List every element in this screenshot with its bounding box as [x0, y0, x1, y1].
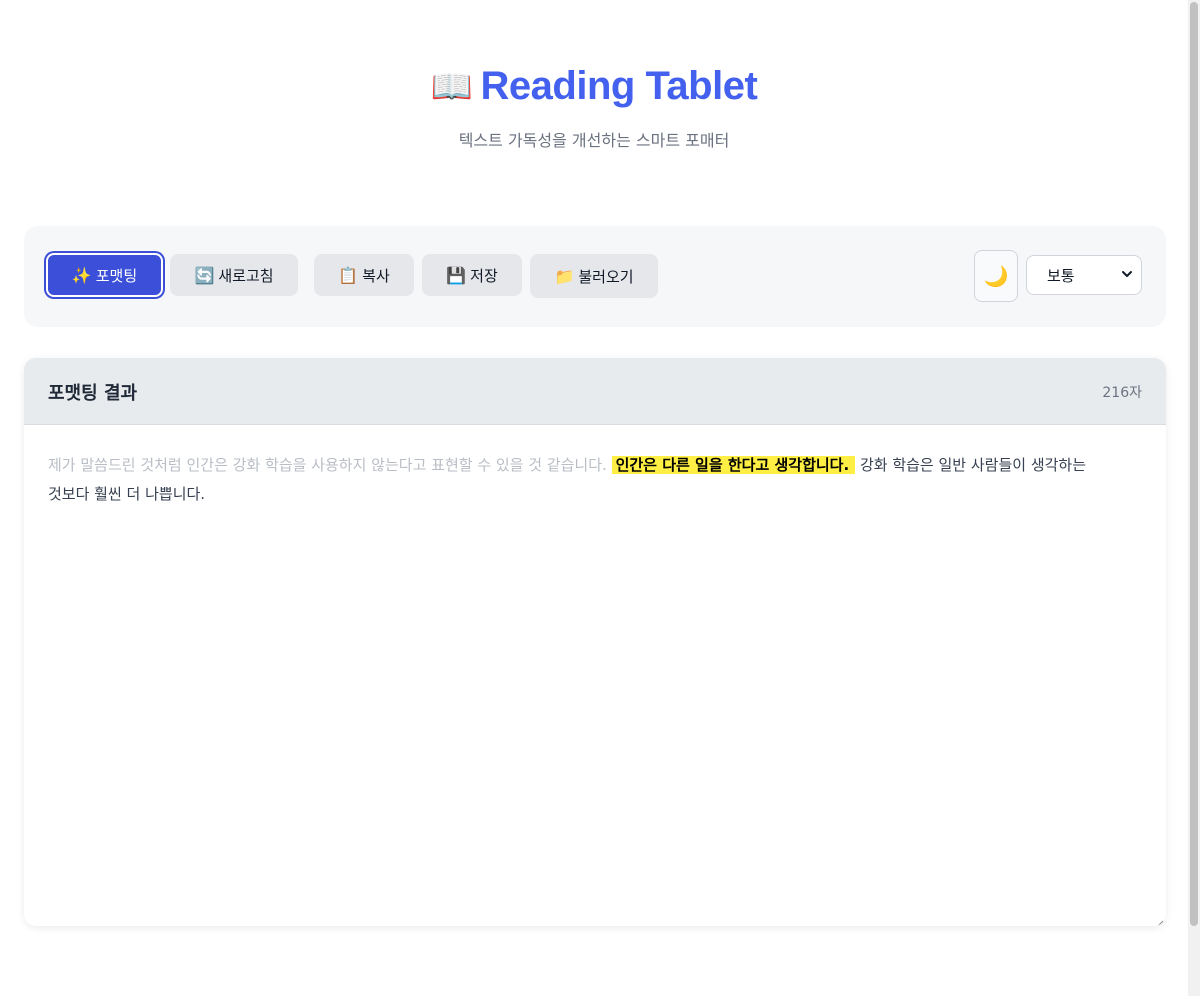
speed-select-value: 보통	[1047, 266, 1075, 285]
result-text[interactable]: 제가 말씀드린 것처럼 인간은 강화 학습을 사용하지 않는다고 표현할 수 있…	[24, 425, 1124, 535]
app-title: Reading Tablet	[480, 64, 758, 108]
format-button-label: 포맷팅	[95, 266, 138, 285]
moon-icon: 🌙	[983, 264, 1009, 288]
page-title: 📖 Reading Tablet	[431, 64, 758, 109]
load-button[interactable]: 📁 불러오기	[530, 254, 658, 298]
result-panel: 포맷팅 결과 216자 제가 말씀드린 것처럼 인간은 강화 학습을 사용하지 …	[24, 358, 1166, 926]
result-panel-header: 포맷팅 결과 216자	[24, 358, 1166, 425]
scrollbar-thumb[interactable]	[1190, 2, 1198, 926]
save-button-label: 저장	[470, 266, 498, 285]
speed-select[interactable]: 보통	[1026, 255, 1142, 295]
theme-toggle-button[interactable]: 🌙	[974, 250, 1018, 302]
save-button[interactable]: 💾 저장	[422, 254, 522, 296]
char-count: 216자	[1102, 385, 1142, 401]
refresh-button[interactable]: 🔄 새로고침	[170, 254, 298, 296]
page-scrollbar[interactable]	[1188, 0, 1200, 996]
page-header: 📖 Reading Tablet 텍스트 가독성을 개선하는 스마트 포매터	[0, 64, 1188, 151]
page-subtitle: 텍스트 가독성을 개선하는 스마트 포매터	[458, 131, 730, 150]
clipboard-icon: 📋	[338, 265, 359, 285]
format-button[interactable]: ✨ 포맷팅	[46, 253, 163, 297]
faded-sentence: 제가 말씀드린 것처럼 인간은 강화 학습을 사용하지 않는다고 표현할 수 있…	[48, 456, 607, 474]
result-title: 포맷팅 결과	[48, 383, 138, 404]
folder-icon: 📁	[554, 266, 575, 286]
refresh-icon: 🔄	[194, 265, 215, 285]
resize-handle[interactable]	[1154, 914, 1164, 926]
floppy-disk-icon: 💾	[446, 265, 467, 285]
highlighted-sentence: 인간은 다른 일을 한다고 생각합니다.	[611, 456, 856, 474]
load-button-label: 불러오기	[578, 267, 634, 286]
book-icon: 📖	[430, 67, 473, 106]
refresh-button-label: 새로고침	[218, 266, 274, 285]
copy-button[interactable]: 📋 복사	[314, 254, 414, 296]
chevron-down-icon	[1121, 268, 1133, 283]
sparkles-icon: ✨	[71, 265, 92, 285]
toolbar: ✨ 포맷팅 🔄 새로고침 📋 복사 💾 저장 📁 불러오기 🌙 보통	[24, 226, 1166, 327]
copy-button-label: 복사	[362, 266, 390, 285]
